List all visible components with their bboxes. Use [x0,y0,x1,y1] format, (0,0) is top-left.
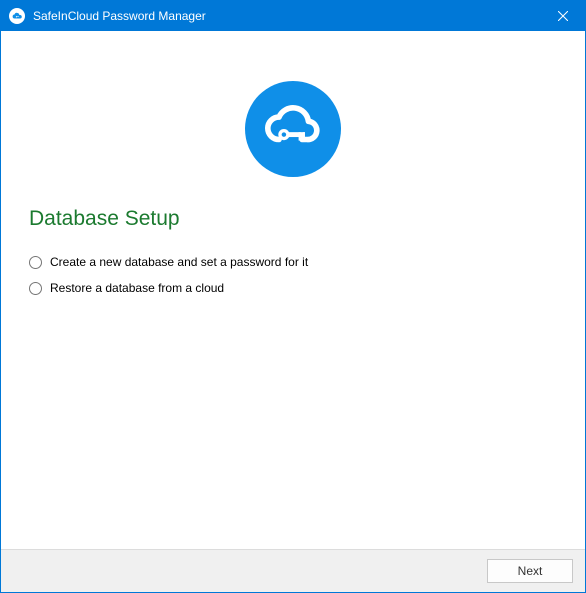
option-create-database[interactable]: Create a new database and set a password… [29,255,557,269]
options-group: Create a new database and set a password… [29,255,557,295]
option-restore-cloud[interactable]: Restore a database from a cloud [29,281,557,295]
radio-restore-cloud[interactable] [29,282,42,295]
logo-wrap [29,31,557,207]
option-label: Restore a database from a cloud [50,281,224,295]
close-icon [558,11,568,21]
titlebar: SafeInCloud Password Manager [1,1,585,31]
option-label: Create a new database and set a password… [50,255,308,269]
next-button[interactable]: Next [487,559,573,583]
app-logo [245,81,341,177]
app-icon [9,8,25,24]
content-area: Database Setup Create a new database and… [1,31,585,549]
window-title: SafeInCloud Password Manager [33,9,540,23]
page-heading: Database Setup [29,207,557,231]
radio-create-database[interactable] [29,256,42,269]
cloud-key-icon [258,94,328,164]
footer: Next [1,549,585,592]
close-button[interactable] [540,1,585,31]
